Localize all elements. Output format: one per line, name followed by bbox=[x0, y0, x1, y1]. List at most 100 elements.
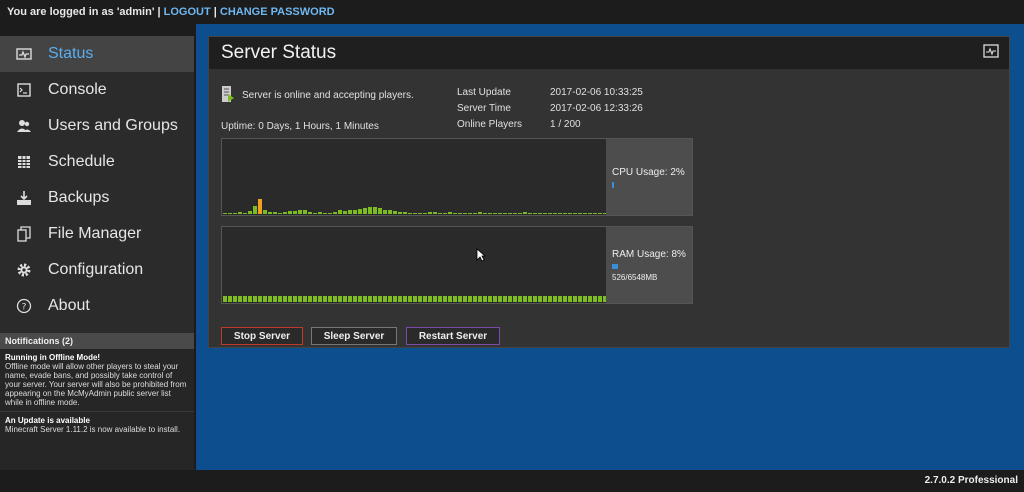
usage-bar bbox=[343, 211, 347, 214]
usage-bar bbox=[573, 296, 577, 302]
usage-bar bbox=[363, 296, 367, 302]
usage-bar bbox=[468, 296, 472, 302]
cpu-graph: CPU Usage: 2% bbox=[221, 138, 693, 216]
online-players-value: 1 / 200 bbox=[550, 119, 581, 130]
notification-title: Running in Offline Mode! bbox=[5, 353, 101, 362]
usage-bar bbox=[443, 213, 447, 214]
usage-bar bbox=[418, 296, 422, 302]
usage-bar bbox=[408, 213, 412, 214]
usage-bar bbox=[543, 213, 547, 214]
usage-bar bbox=[348, 210, 352, 214]
files-icon bbox=[0, 226, 48, 242]
usage-bar bbox=[578, 213, 582, 214]
usage-bar bbox=[378, 208, 382, 214]
usage-bar bbox=[453, 213, 457, 214]
usage-bar bbox=[233, 213, 237, 214]
usage-bar bbox=[448, 212, 452, 214]
sidebar-item-configuration[interactable]: Configuration bbox=[0, 252, 194, 288]
usage-bar bbox=[393, 211, 397, 214]
sidebar-item-console[interactable]: Console bbox=[0, 72, 194, 108]
usage-bar bbox=[353, 296, 357, 302]
usage-bar bbox=[543, 296, 547, 302]
stop-server-button[interactable]: Stop Server bbox=[221, 327, 303, 345]
usage-bar bbox=[328, 296, 332, 302]
usage-bar bbox=[333, 212, 337, 214]
sidebar-item-backups[interactable]: Backups bbox=[0, 180, 194, 216]
status-icon bbox=[0, 46, 48, 62]
usage-bar bbox=[298, 210, 302, 214]
gear-icon bbox=[0, 262, 48, 278]
notification-text: Minecraft Server 1.11.2 is now available… bbox=[5, 425, 181, 434]
usage-bar bbox=[333, 296, 337, 302]
usage-bar bbox=[313, 213, 317, 214]
usage-bar bbox=[428, 296, 432, 302]
usage-bar bbox=[598, 213, 602, 214]
notifications-header: Notifications (2) bbox=[0, 333, 194, 349]
ram-usage-panel: RAM Usage: 8% 526/6548MB bbox=[606, 227, 692, 303]
usage-bar bbox=[508, 213, 512, 214]
usage-bar bbox=[523, 212, 527, 214]
usage-bar bbox=[273, 296, 277, 302]
activity-icon[interactable] bbox=[983, 43, 999, 63]
change-password-link[interactable]: CHANGE PASSWORD bbox=[220, 6, 335, 18]
usage-bar bbox=[253, 296, 257, 302]
usage-bar bbox=[228, 296, 232, 302]
usage-bar bbox=[313, 296, 317, 302]
sidebar-item-about[interactable]: ? About bbox=[0, 288, 194, 324]
usage-bar bbox=[253, 206, 257, 214]
usage-bar bbox=[473, 213, 477, 214]
sidebar: Status Console Users and Groups Schedule… bbox=[0, 36, 194, 470]
usage-bar bbox=[298, 296, 302, 302]
usage-bar bbox=[383, 210, 387, 214]
usage-bar bbox=[238, 212, 242, 214]
usage-bar bbox=[393, 296, 397, 302]
usage-bar bbox=[268, 212, 272, 214]
usage-bar bbox=[593, 213, 597, 214]
sidebar-item-file-manager[interactable]: File Manager bbox=[0, 216, 194, 252]
usage-bar bbox=[283, 296, 287, 302]
mouse-cursor-icon bbox=[476, 248, 486, 262]
usage-bar bbox=[258, 296, 262, 302]
restart-server-button[interactable]: Restart Server bbox=[406, 327, 500, 345]
server-time-label: Server Time bbox=[457, 103, 511, 114]
ram-graph-area bbox=[222, 227, 607, 303]
usage-bar bbox=[293, 211, 297, 214]
logout-link[interactable]: LOGOUT bbox=[164, 6, 211, 18]
svg-text:?: ? bbox=[22, 303, 27, 313]
schedule-icon bbox=[0, 154, 48, 170]
sidebar-item-users[interactable]: Users and Groups bbox=[0, 108, 194, 144]
ram-usage-meter bbox=[612, 264, 618, 269]
usage-bar bbox=[433, 212, 437, 214]
usage-bar bbox=[263, 296, 267, 302]
usage-bar bbox=[418, 213, 422, 214]
separator: | bbox=[213, 6, 217, 18]
usage-bar bbox=[373, 296, 377, 302]
usage-bar bbox=[513, 296, 517, 302]
usage-bar bbox=[568, 213, 572, 214]
usage-bar bbox=[238, 296, 242, 302]
server-status-text: Server is online and accepting players. bbox=[242, 90, 414, 101]
sleep-server-button[interactable]: Sleep Server bbox=[311, 327, 397, 345]
usage-bar bbox=[403, 212, 407, 214]
notification-item[interactable]: An Update is available Minecraft Server … bbox=[0, 412, 194, 438]
server-info: Last Update 2017-02-06 10:33:25 Server Ti… bbox=[457, 87, 643, 135]
usage-bar bbox=[598, 296, 602, 302]
sidebar-item-schedule[interactable]: Schedule bbox=[0, 144, 194, 180]
notification-item[interactable]: Running in Offline Mode! Offline mode wi… bbox=[0, 349, 194, 412]
cpu-usage-meter bbox=[612, 182, 614, 188]
page-title: Server Status bbox=[221, 42, 337, 63]
usage-bar bbox=[453, 296, 457, 302]
usage-bar bbox=[243, 296, 247, 302]
sidebar-item-status[interactable]: Status bbox=[0, 36, 194, 72]
usage-bar bbox=[293, 296, 297, 302]
backup-icon bbox=[0, 190, 48, 206]
usage-bar bbox=[278, 296, 282, 302]
usage-bar bbox=[363, 208, 367, 214]
sidebar-item-label: Backups bbox=[48, 189, 110, 206]
usage-bar bbox=[528, 296, 532, 302]
usage-bar bbox=[468, 213, 472, 214]
notifications-list: Running in Offline Mode! Offline mode wi… bbox=[0, 349, 194, 470]
last-update-value: 2017-02-06 10:33:25 bbox=[550, 87, 643, 98]
usage-bar bbox=[273, 212, 277, 214]
users-icon bbox=[0, 118, 48, 134]
